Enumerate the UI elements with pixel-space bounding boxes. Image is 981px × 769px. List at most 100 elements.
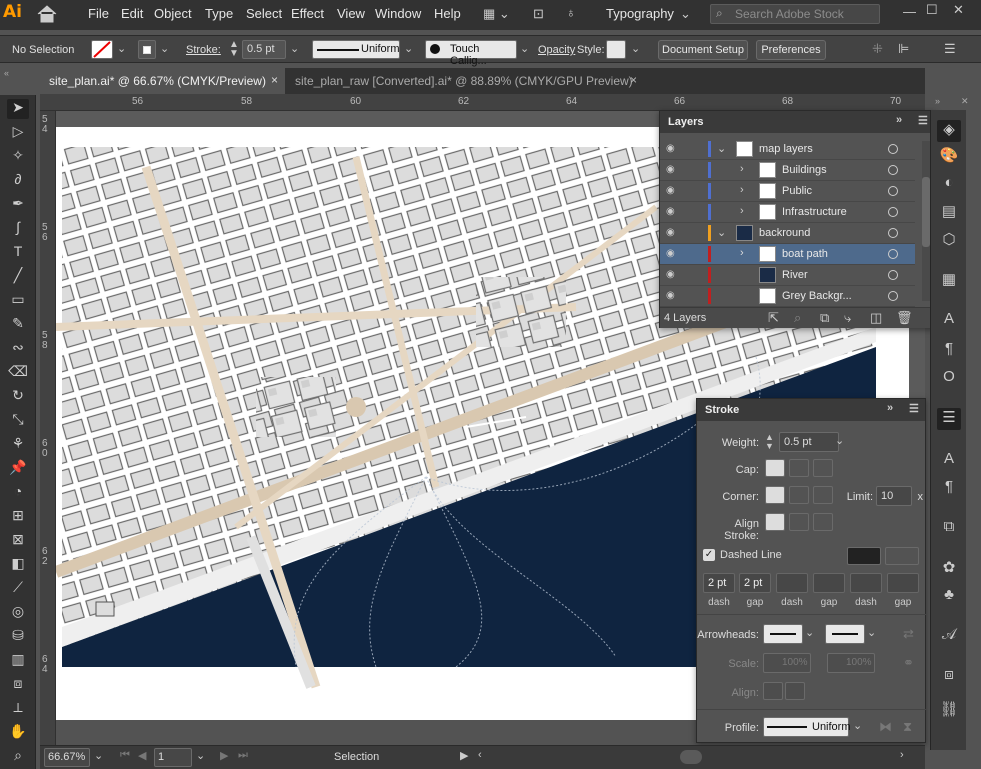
target-icon[interactable]: [888, 144, 898, 154]
dash-field-3[interactable]: [850, 573, 882, 593]
magic-wand-icon[interactable]: ✧: [7, 147, 29, 167]
layer-name[interactable]: boat path: [782, 248, 828, 260]
pen-tool-icon[interactable]: ✒: [7, 195, 29, 215]
end-arrowhead[interactable]: [825, 624, 865, 644]
arrange-documents-icon[interactable]: ▦ ⌄: [483, 6, 510, 22]
menu-help[interactable]: Help: [434, 6, 461, 21]
layer-row-map-layers[interactable]: ◉ ⌄ map layers: [660, 139, 915, 160]
chevron-down-icon[interactable]: ⌄: [835, 434, 844, 447]
target-icon[interactable]: [888, 228, 898, 238]
layers-icon[interactable]: ◈: [937, 120, 961, 142]
next-artboard-icon[interactable]: ▶: [220, 749, 228, 762]
collapse-icon[interactable]: »: [887, 402, 893, 414]
layer-name[interactable]: Infrastructure: [782, 206, 847, 218]
previous-artboard-icon[interactable]: ◀: [138, 749, 146, 762]
clipping-mask-icon[interactable]: ⧉: [820, 310, 829, 326]
collapse-icon[interactable]: «: [4, 68, 9, 78]
symbol-sprayer-icon[interactable]: ⛁: [7, 627, 29, 647]
start-scale-field[interactable]: 100%: [763, 653, 811, 673]
close-tab-icon[interactable]: ×: [630, 73, 637, 87]
panel-menu-icon[interactable]: ☰: [918, 114, 928, 127]
minimize-icon[interactable]: —: [903, 4, 916, 19]
graph-tool-icon[interactable]: ▥: [7, 651, 29, 671]
chevron-down-icon[interactable]: ⌄: [196, 749, 205, 762]
preserve-dash-button[interactable]: [847, 547, 881, 565]
lightbulb-icon[interactable]: ♁: [566, 5, 576, 20]
hand-tool-icon[interactable]: ✋: [7, 723, 29, 743]
horizontal-scroll-thumb[interactable]: [680, 750, 702, 764]
pathfinder-icon[interactable]: ⧈: [937, 666, 961, 688]
slice-tool-icon[interactable]: ⟂: [7, 699, 29, 719]
trash-icon[interactable]: 🗑: [896, 310, 913, 326]
layer-row-backround[interactable]: ◉ ⌄ backround: [660, 223, 915, 244]
end-scale-field[interactable]: 100%: [827, 653, 875, 673]
layer-name[interactable]: Buildings: [782, 164, 827, 176]
align-icon[interactable]: ⁜: [872, 41, 883, 57]
stroke-icon[interactable]: ☰: [937, 408, 961, 430]
zoom-field[interactable]: 66.67%: [44, 748, 90, 767]
eye-icon[interactable]: ◉: [666, 164, 678, 176]
chevron-down-icon[interactable]: ⌄: [94, 749, 103, 762]
link-icon[interactable]: ⚭: [903, 655, 914, 671]
first-artboard-icon[interactable]: ⏮: [120, 749, 130, 762]
arrow-place-button[interactable]: [785, 682, 805, 700]
swatches-icon[interactable]: ▦: [937, 270, 961, 292]
projecting-cap-button[interactable]: [813, 459, 833, 477]
scroll-left-icon[interactable]: ‹: [478, 749, 482, 761]
stroke-label[interactable]: Stroke:: [186, 44, 221, 56]
eraser-icon[interactable]: ⌫: [7, 363, 29, 383]
export-icon[interactable]: ⇱: [768, 310, 779, 326]
gradient-tool-icon[interactable]: ◧: [7, 555, 29, 575]
publish-icon[interactable]: ⊡: [533, 6, 544, 22]
eye-icon[interactable]: ◉: [666, 185, 678, 197]
links-icon[interactable]: ⛓: [937, 700, 961, 722]
eye-icon[interactable]: ◉: [666, 269, 678, 281]
puppet-warp-icon[interactable]: ⚘: [7, 435, 29, 455]
layer-row-infrastructure[interactable]: ◉ › Infrastructure: [660, 202, 915, 223]
type-tool-icon[interactable]: T: [7, 243, 29, 263]
stepper-icon[interactable]: ▲ ▼: [765, 433, 774, 451]
perspective-grid-icon[interactable]: ⊞: [7, 507, 29, 527]
chevron-down-icon[interactable]: ⌄: [717, 142, 726, 155]
collapse-icon[interactable]: »: [896, 114, 902, 126]
glyphs-icon[interactable]: 𝒜: [937, 626, 961, 648]
dashed-line-checkbox[interactable]: ✓: [703, 549, 715, 561]
layer-row-buildings[interactable]: ◉ › Buildings: [660, 160, 915, 181]
graphic-style-swatch[interactable]: [606, 40, 626, 59]
target-icon[interactable]: [888, 186, 898, 196]
color-guide-icon[interactable]: ◐: [937, 174, 961, 196]
chevron-down-icon[interactable]: ⌄: [290, 42, 299, 55]
artboard-tool-icon[interactable]: ⧈: [7, 675, 29, 695]
selection-tool-icon[interactable]: ➤: [7, 99, 29, 119]
menu-edit[interactable]: Edit: [121, 6, 143, 21]
artboard-number-field[interactable]: 1: [154, 748, 192, 767]
target-icon[interactable]: [888, 270, 898, 280]
menu-icon[interactable]: ☰: [944, 41, 956, 57]
layers-scrollbar[interactable]: [922, 141, 930, 301]
eye-icon[interactable]: ◉: [666, 206, 678, 218]
club-icon[interactable]: ♣: [937, 586, 961, 608]
opentype-icon[interactable]: O: [937, 368, 961, 390]
pin-icon[interactable]: 📌: [7, 459, 29, 479]
layer-row-public[interactable]: ◉ › Public: [660, 181, 915, 202]
scale-tool-icon[interactable]: ⤡: [7, 411, 29, 431]
chevron-down-icon[interactable]: ⌄: [805, 626, 814, 639]
menu-view[interactable]: View: [337, 6, 365, 21]
shaper-tool-icon[interactable]: ∾: [7, 339, 29, 359]
arrow-extend-button[interactable]: [763, 682, 783, 700]
eye-icon[interactable]: ◉: [666, 227, 678, 239]
chevron-down-icon[interactable]: ⌄: [404, 42, 413, 55]
menu-object[interactable]: Object: [154, 6, 192, 21]
miter-join-button[interactable]: [765, 486, 785, 504]
menu-effect[interactable]: Effect: [291, 6, 324, 21]
start-arrowhead[interactable]: [763, 624, 803, 644]
tab-site-plan[interactable]: site_plan.ai* @ 66.67% (CMYK/Preview) ×: [40, 68, 285, 94]
color-icon[interactable]: 🎨: [937, 146, 961, 168]
butt-cap-button[interactable]: [765, 459, 785, 477]
target-icon[interactable]: [888, 207, 898, 217]
paragraph-icon[interactable]: ¶: [937, 340, 961, 362]
artboards-icon[interactable]: ⧉: [937, 518, 961, 540]
chevron-down-icon[interactable]: ⌄: [853, 719, 862, 732]
panel-menu-icon[interactable]: ☰: [909, 402, 919, 415]
dash-field-1[interactable]: 2 pt: [703, 573, 735, 593]
